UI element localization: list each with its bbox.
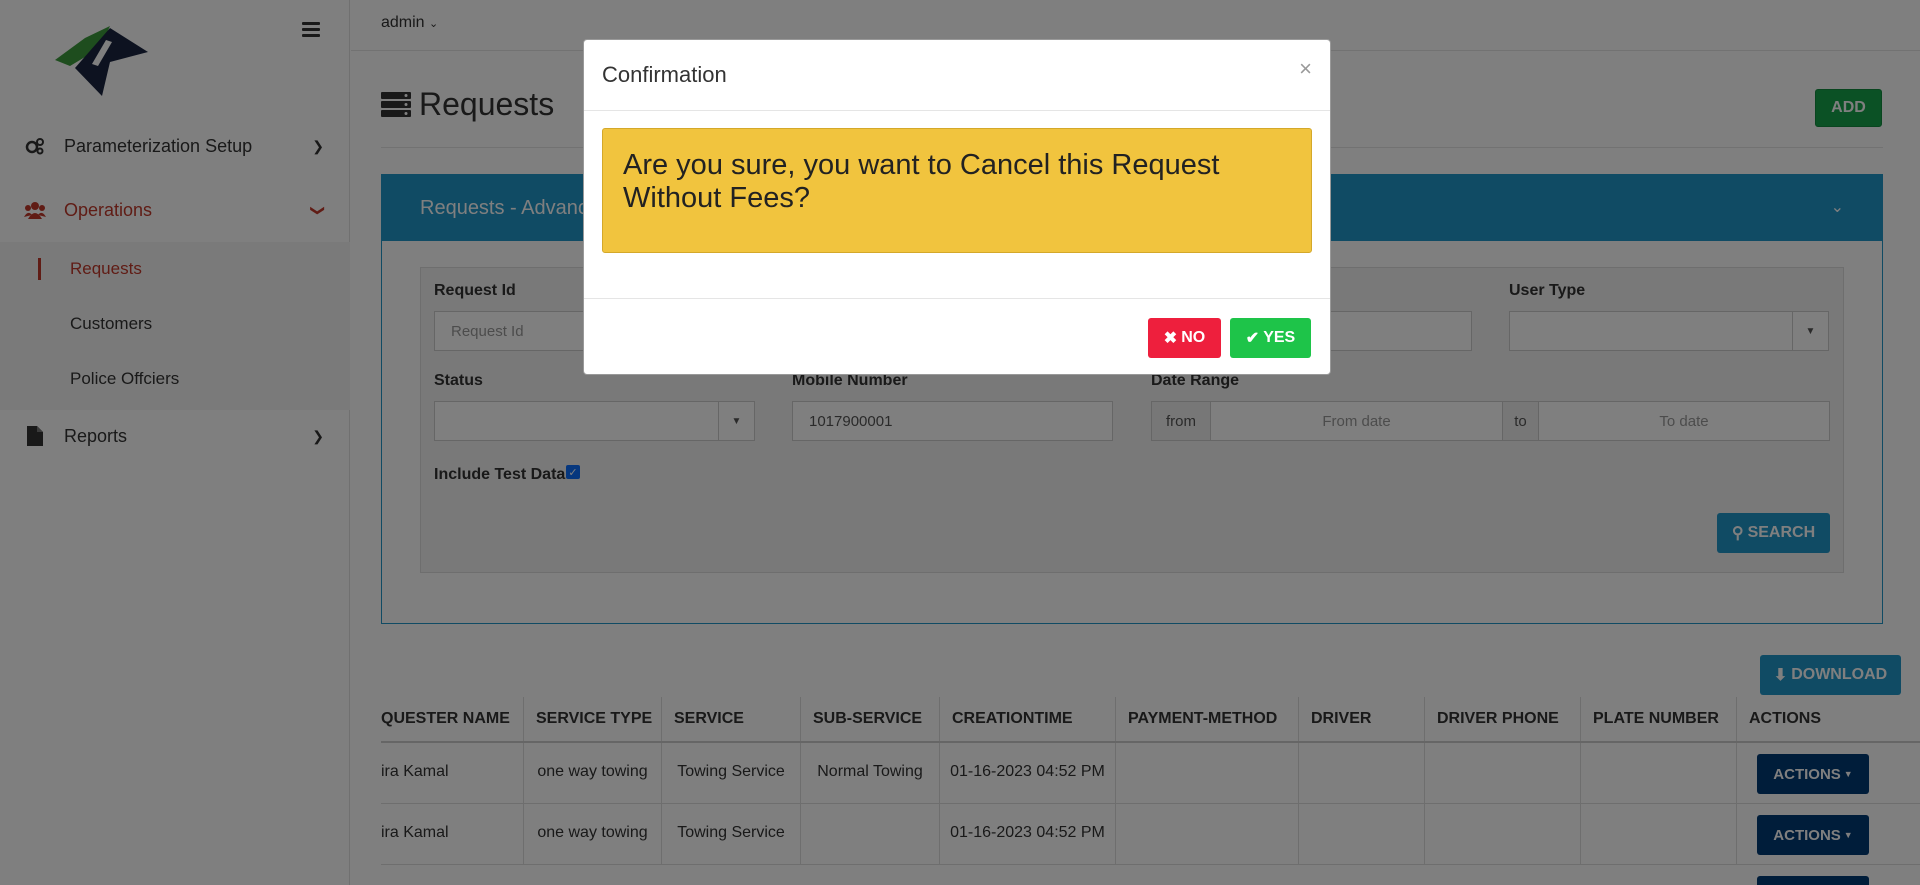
times-icon: ✖ [1163,330,1178,347]
no-button-label: NO [1181,329,1206,346]
confirmation-message: Are you sure, you want to Cancel this Re… [602,128,1312,253]
check-icon: ✔ [1245,330,1260,347]
close-icon[interactable]: × [1299,56,1312,82]
dialog-title: Confirmation [602,62,727,87]
confirmation-dialog: Confirmation × Are you sure, you want to… [583,39,1331,375]
no-button[interactable]: ✖ NO [1148,318,1221,358]
yes-button-label: YES [1263,329,1296,346]
yes-button[interactable]: ✔ YES [1230,318,1311,358]
divider [584,110,1330,111]
divider [584,298,1330,299]
